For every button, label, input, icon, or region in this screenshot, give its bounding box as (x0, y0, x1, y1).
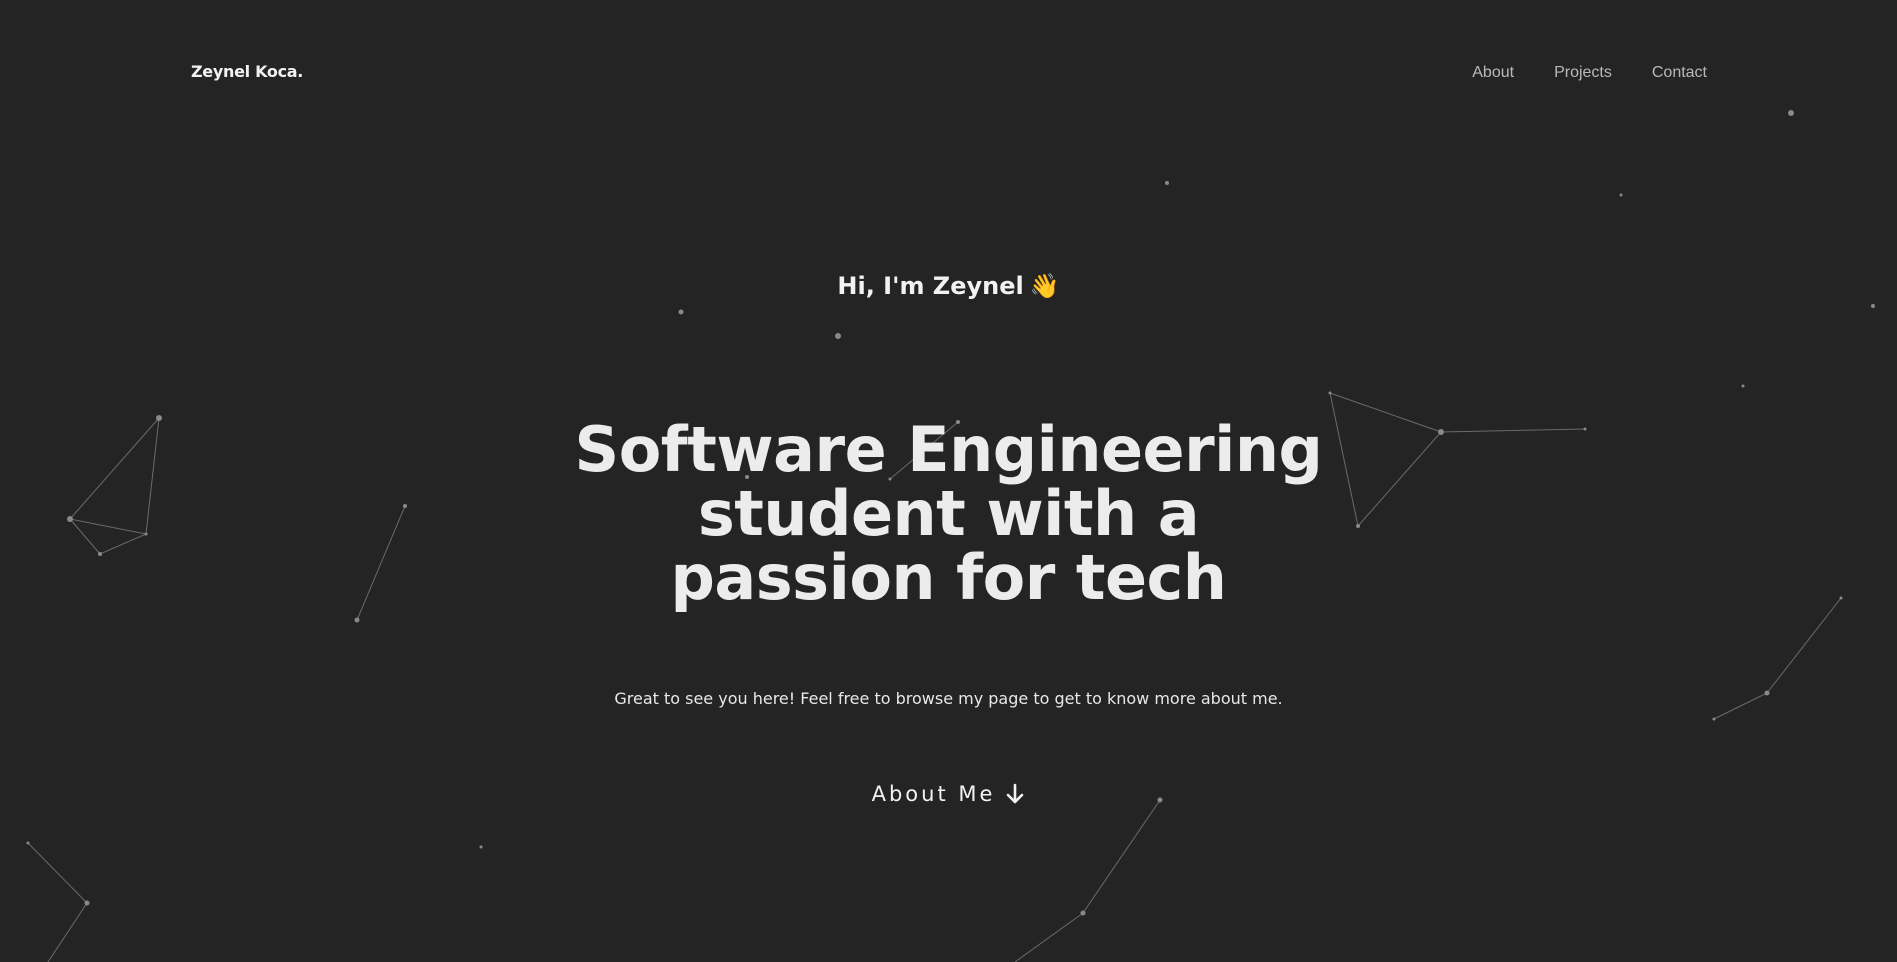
headline-line-3: passion for tech (670, 541, 1227, 614)
brand-logo-link[interactable]: Zeynel Koca. (191, 62, 303, 81)
nav-link-projects[interactable]: Projects (1554, 64, 1612, 82)
about-me-label: About Me (871, 782, 996, 806)
nav-link-about[interactable]: About (1472, 64, 1514, 82)
greeting-text: Hi, I'm Zeynel (837, 272, 1024, 300)
hero-headline: Software Engineering student with a pass… (0, 418, 1897, 610)
hero-greeting: Hi, I'm Zeynel 👋 (0, 272, 1897, 300)
arrow-down-icon (1007, 783, 1024, 804)
hero-subtitle: Great to see you here! Feel free to brow… (614, 689, 1283, 708)
nav-link-contact[interactable]: Contact (1652, 64, 1707, 82)
main-nav: About Projects Contact (1472, 64, 1707, 82)
waving-hand-icon: 👋 (1029, 272, 1060, 300)
cta-container: About Me (0, 782, 1897, 806)
page: Zeynel Koca. About Projects Contact Hi, … (0, 0, 1897, 962)
headline-line-2: student with a (697, 477, 1200, 550)
headline-line-1: Software Engineering (574, 413, 1323, 486)
about-me-button[interactable]: About Me (872, 782, 1026, 806)
